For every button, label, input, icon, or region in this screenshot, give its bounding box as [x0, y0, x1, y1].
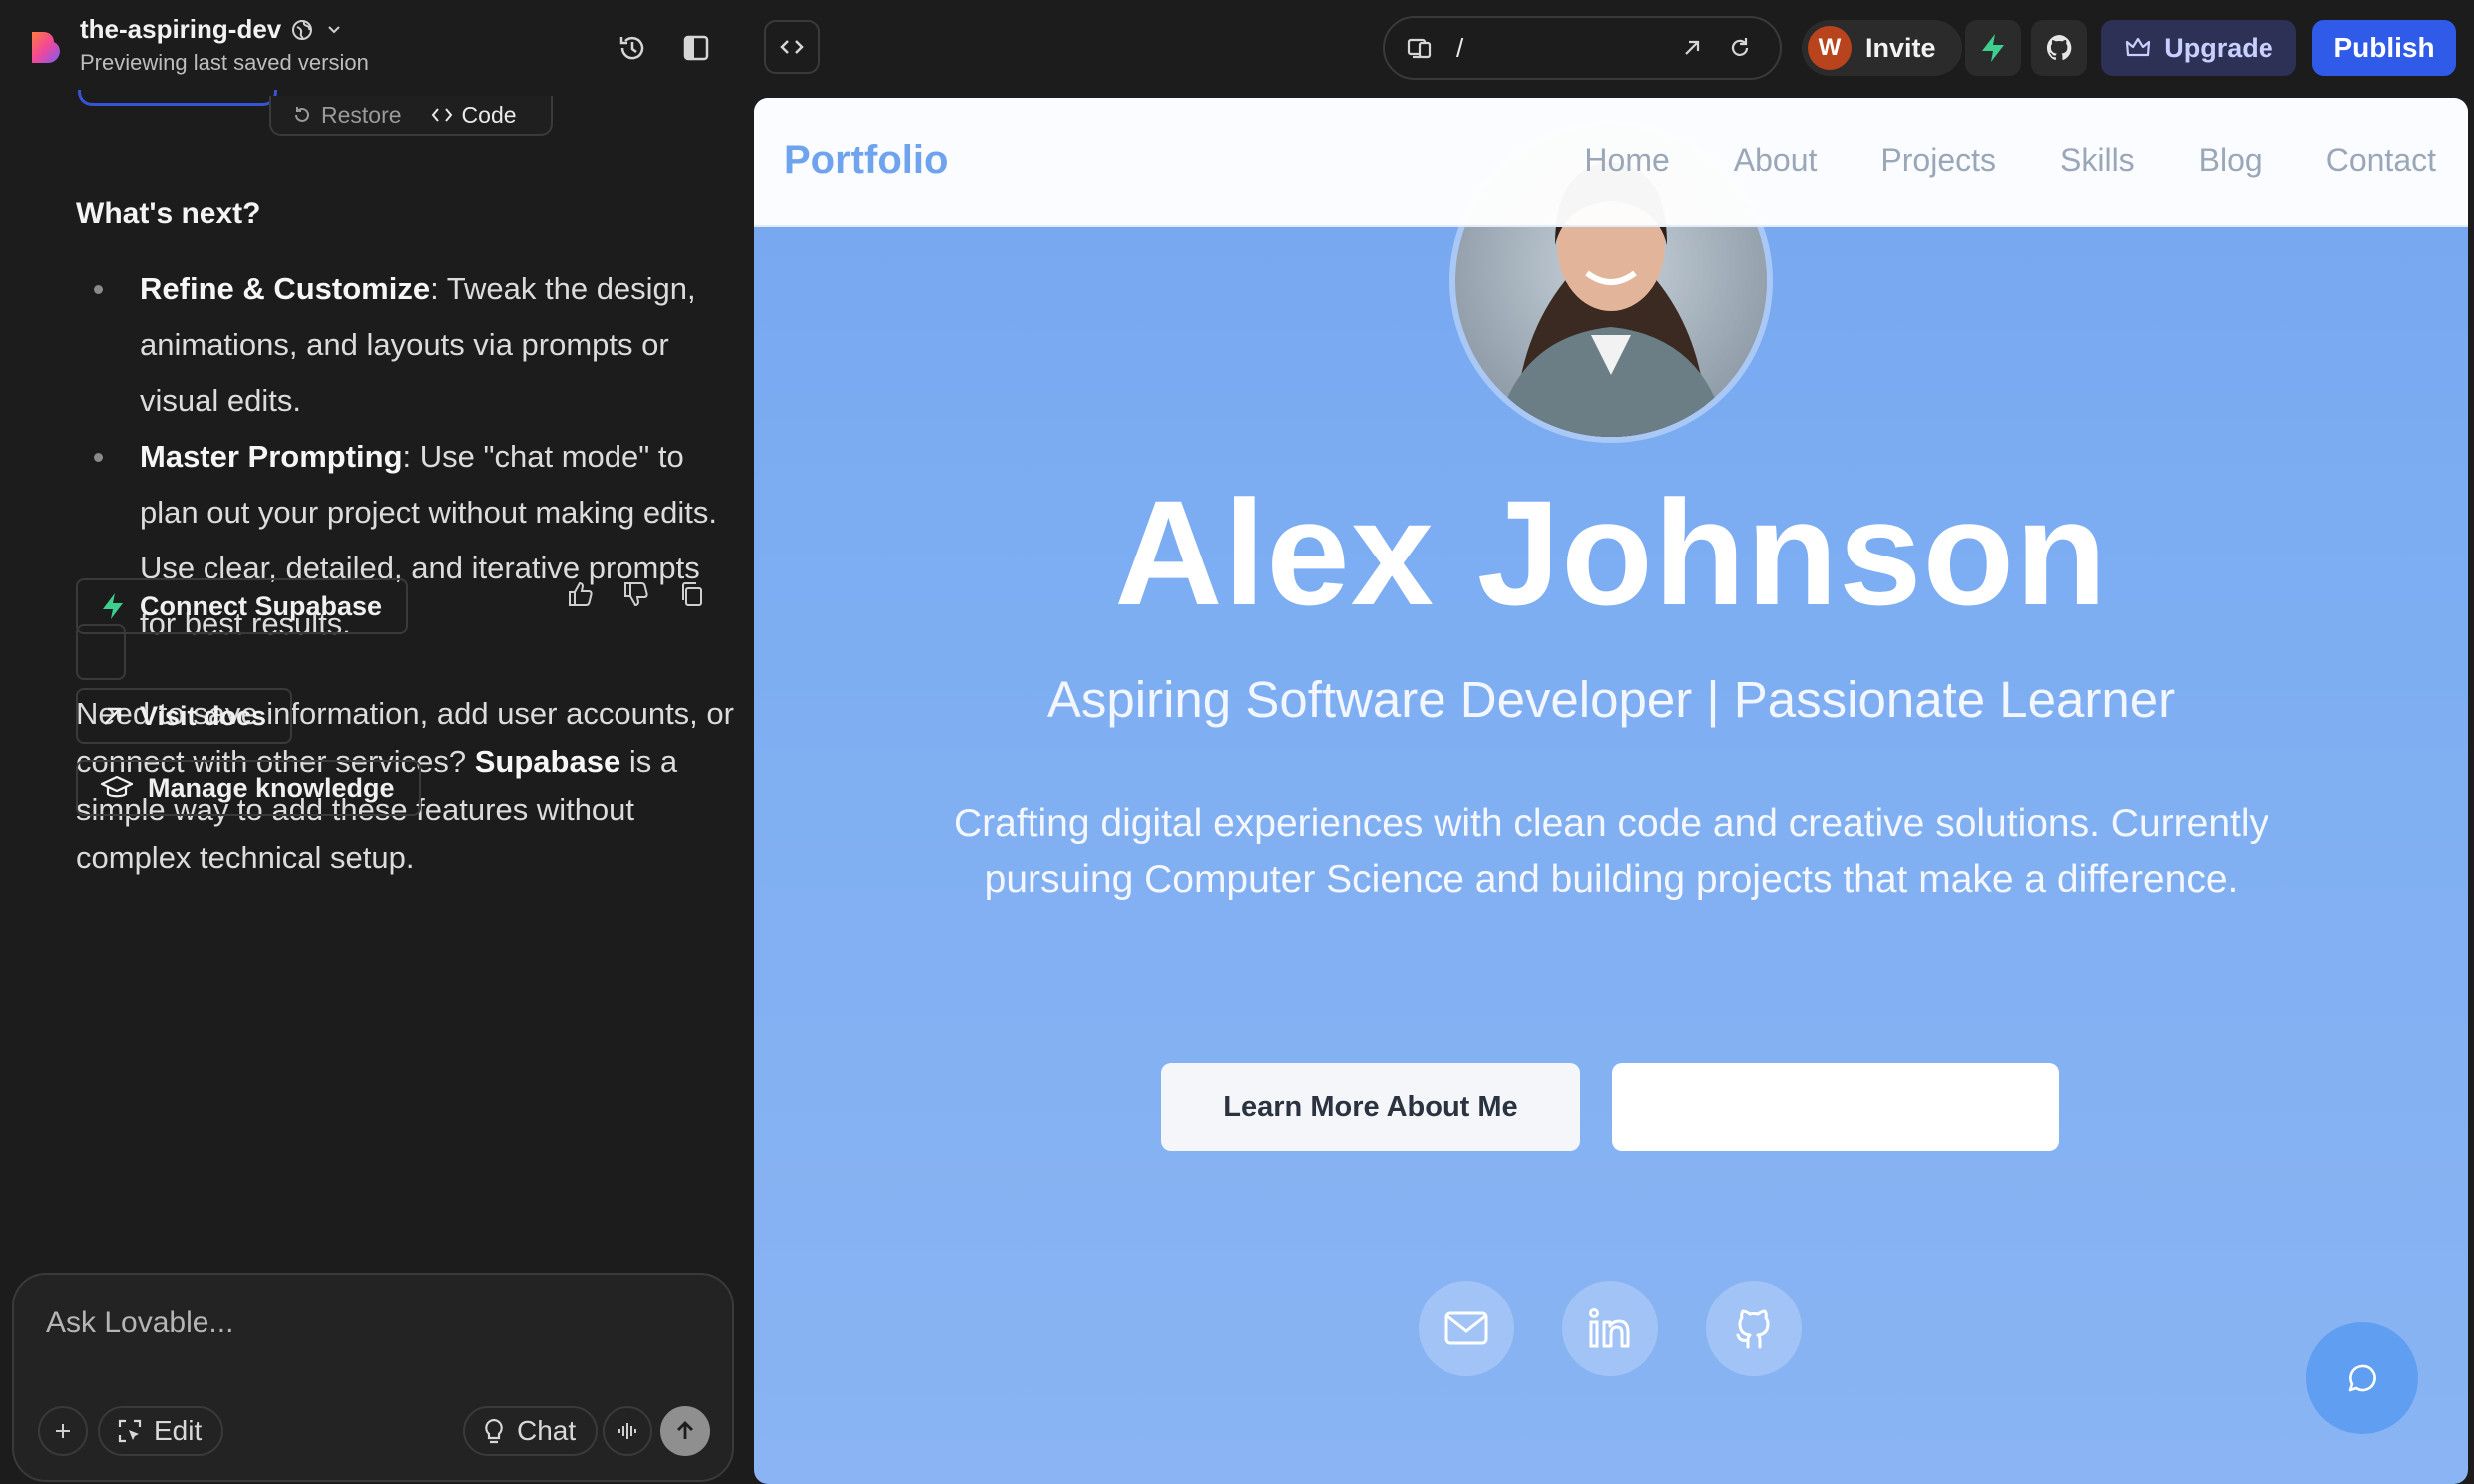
visit-docs-label: Visit docs	[140, 700, 267, 731]
waveform-icon	[618, 1423, 636, 1439]
learn-more-button[interactable]: Learn More About Me	[1161, 1063, 1580, 1151]
arrow-up-icon	[677, 1421, 693, 1439]
thumbs-down-icon[interactable]	[617, 574, 656, 614]
nav-about[interactable]: About	[1734, 142, 1818, 179]
nav-projects[interactable]: Projects	[1880, 142, 1996, 179]
chat-mode-button[interactable]: Chat	[463, 1406, 599, 1456]
list-item: Refine & Customize: Tweak the design, an…	[76, 261, 734, 429]
lovable-logo-icon[interactable]	[28, 28, 64, 68]
visual-edit-button[interactable]: Edit	[98, 1406, 224, 1456]
supabase-button[interactable]	[1965, 20, 2021, 76]
site-navbar: Portfolio Home About Projects Skills Blo…	[754, 98, 2468, 227]
chat-composer: Ask Lovable... Edit Chat	[12, 1273, 734, 1482]
visit-docs-button[interactable]	[76, 624, 126, 680]
nav-blog[interactable]: Blog	[2199, 142, 2263, 179]
restore-button[interactable]: Restore	[291, 102, 402, 129]
crown-icon	[2126, 37, 2151, 57]
chat-label: Chat	[517, 1415, 577, 1446]
chat-panel: Restore Code What's next? Refine & Custo…	[0, 90, 754, 1484]
add-attachment-button[interactable]	[38, 1406, 88, 1456]
edit-label: Edit	[154, 1415, 203, 1446]
code-icon	[431, 108, 452, 122]
chat-input[interactable]: Ask Lovable...	[46, 1306, 233, 1340]
publish-button[interactable]: Publish	[2312, 20, 2456, 76]
hero-tagline: Aspiring Software Developer | Passionate…	[1046, 671, 2176, 728]
globe-icon	[292, 19, 313, 40]
code-view-button[interactable]	[764, 20, 820, 74]
nav-contact[interactable]: Contact	[2326, 142, 2436, 179]
lightbulb-icon	[485, 1418, 503, 1444]
linkedin-button[interactable]	[1562, 1281, 1658, 1376]
chevron-down-icon	[328, 25, 340, 33]
sidebar-toggle-icon[interactable]	[676, 28, 716, 68]
code-label: Code	[461, 101, 517, 128]
plus-icon	[56, 1424, 70, 1438]
github-icon	[2046, 35, 2072, 61]
voice-input-button[interactable]	[603, 1406, 652, 1456]
hero-description: Crafting digital experiences with clean …	[953, 802, 2269, 901]
hero-name: Alex Johnson	[1114, 469, 2108, 636]
github-button[interactable]	[2031, 20, 2087, 76]
whats-next-heading: What's next?	[76, 197, 261, 230]
linkedin-icon	[1589, 1308, 1630, 1348]
visit-docs-button[interactable]: Visit docs	[76, 688, 293, 744]
graduation-cap-icon	[100, 775, 134, 798]
upgrade-label: Upgrade	[2164, 32, 2273, 63]
mail-icon	[1444, 1311, 1488, 1345]
arrow-up-right-icon	[104, 707, 122, 725]
send-button[interactable]	[660, 1406, 710, 1456]
manage-knowledge-button[interactable]: Manage knowledge	[76, 760, 421, 816]
site-logo[interactable]: Portfolio	[784, 138, 948, 183]
avatar: W	[1808, 26, 1852, 70]
previous-message-edge	[78, 90, 277, 106]
supabase-icon	[1982, 34, 2004, 62]
bullet-title: Master Prompting	[140, 439, 403, 474]
supabase-link-text: Supabase	[474, 744, 621, 779]
code-icon	[780, 40, 804, 54]
url-path[interactable]: /	[1456, 33, 1664, 64]
upgrade-button[interactable]: Upgrade	[2101, 20, 2296, 76]
connect-supabase-label: Connect Supabase	[140, 590, 383, 621]
restore-icon	[295, 107, 309, 122]
select-cursor-icon	[118, 1419, 142, 1443]
url-bar[interactable]: /	[1383, 16, 1782, 80]
github-icon	[1736, 1309, 1770, 1349]
bullet-title: Refine & Customize	[140, 271, 431, 306]
manage-knowledge-label: Manage knowledge	[148, 772, 395, 803]
chat-widget-button[interactable]	[2306, 1322, 2418, 1434]
invite-label: Invite	[1865, 32, 1936, 63]
nav-home[interactable]: Home	[1584, 142, 1669, 179]
copy-icon[interactable]	[672, 574, 712, 614]
connect-supabase-button[interactable]: Connect Supabase	[76, 578, 409, 634]
message-circle-icon	[2348, 1364, 2376, 1392]
project-name[interactable]: the-aspiring-dev	[80, 14, 345, 45]
site-nav-links: Home About Projects Skills Blog Contact	[1584, 142, 2436, 179]
version-actions: Restore Code	[269, 96, 553, 136]
history-icon[interactable]	[613, 28, 652, 68]
thumbs-up-icon[interactable]	[561, 574, 601, 614]
invite-button[interactable]: W Invite	[1802, 20, 1962, 76]
view-code-button[interactable]: Code	[430, 102, 517, 129]
refresh-icon[interactable]	[1720, 28, 1760, 68]
preview-status: Previewing last saved version	[80, 50, 369, 75]
github-profile-button[interactable]	[1706, 1281, 1802, 1376]
email-button[interactable]	[1419, 1281, 1514, 1376]
restore-label: Restore	[321, 101, 402, 128]
site-preview: Portfolio Home About Projects Skills Blo…	[754, 98, 2468, 1484]
secondary-button[interactable]	[1612, 1063, 2059, 1151]
open-external-icon[interactable]	[1672, 28, 1712, 68]
nav-skills[interactable]: Skills	[2060, 142, 2135, 179]
top-bar: the-aspiring-dev Previewing last saved v…	[0, 0, 2474, 96]
supabase-icon	[103, 593, 123, 619]
device-toggle-icon[interactable]	[1405, 33, 1435, 63]
project-name-label: the-aspiring-dev	[80, 14, 282, 44]
